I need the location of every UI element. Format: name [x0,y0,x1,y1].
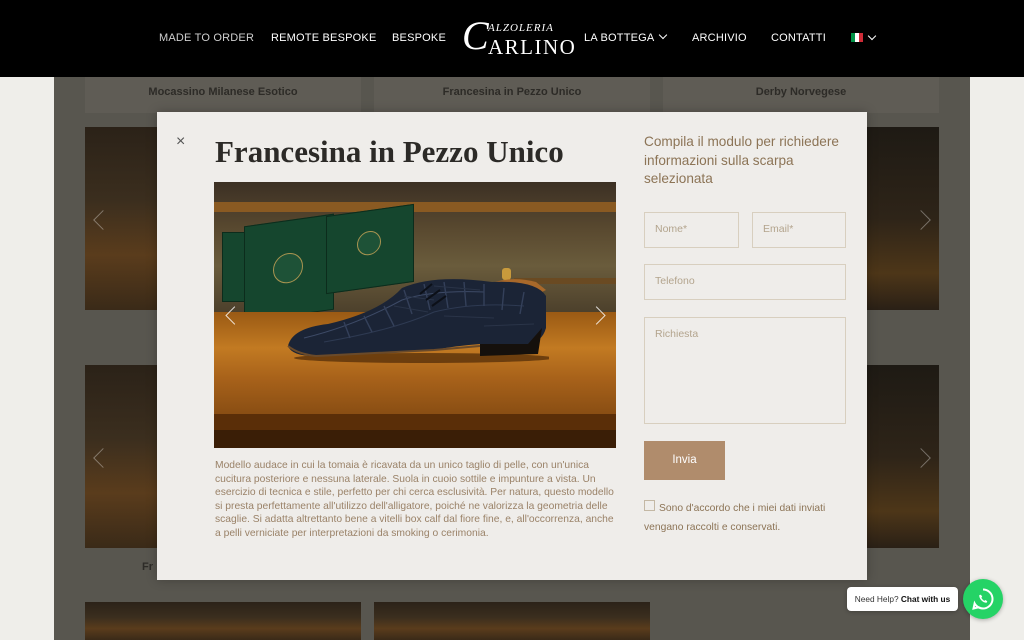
photo-table-front [214,430,616,448]
nav-contatti[interactable]: CONTATTI [771,32,826,44]
nav-la-bottega[interactable]: LA BOTTEGA [584,30,668,44]
nav-la-bottega-label: LA BOTTEGA [584,32,655,44]
logo-bottom-text: ARLINO [488,35,577,59]
submit-button[interactable]: Invia [644,441,725,480]
product-label-3: Derby Norvegese [663,77,939,113]
product-description: Modello audace in cui la tomaia è ricava… [215,460,614,539]
language-chevron-down-icon[interactable] [867,31,877,41]
product-label-1: Mocassino Milanese Esotico [85,77,361,113]
site-header: MADE TO ORDER REMOTE BESPOKE BESPOKE C A… [0,0,1024,77]
nav-archivio[interactable]: ARCHIVIO [692,32,747,44]
form-heading: Compila il modulo per richiedere informa… [644,134,839,186]
product-photo [214,182,616,448]
phone-field[interactable]: Telefono [644,264,846,300]
chat-with-us-text: Chat with us [900,594,951,604]
name-field[interactable]: Nome* [644,212,739,248]
italian-flag-icon[interactable] [851,33,863,42]
alligator-oxford-shoe [287,268,549,363]
consent-label: Sono d'accordo che i miei dati inviati v… [644,503,826,533]
help-text: Need Help? [854,594,899,604]
modal-title: Francesina in Pezzo Unico [215,134,564,169]
chevron-down-icon [659,30,668,40]
brand-logo[interactable]: C ALZOLERIA ARLINO [458,13,575,62]
whatsapp-icon [972,588,994,610]
product-image[interactable] [85,602,361,640]
photo-table-edge [214,414,616,430]
product-label-partial: Fr [142,561,153,573]
whatsapp-help-bubble[interactable]: Need Help? Chat with us [847,587,958,611]
product-image[interactable] [374,602,650,640]
message-textarea[interactable]: Richiesta [644,317,846,424]
product-label-2: Francesina in Pezzo Unico [374,77,650,113]
nav-made-to-order[interactable]: MADE TO ORDER [159,32,254,44]
box-seal [357,229,381,257]
whatsapp-button[interactable] [963,579,1003,619]
photo-shelf [214,202,616,212]
logo-initial: C [462,13,489,58]
nav-remote-bespoke[interactable]: REMOTE BESPOKE [271,32,377,44]
nav-bespoke[interactable]: BESPOKE [392,32,446,44]
product-inquiry-modal: × Francesina in Pezzo Unico Modello auda… [157,112,867,580]
email-field[interactable]: Email* [752,212,846,248]
close-icon[interactable]: × [176,134,185,150]
logo-top-text: ALZOLERIA [488,22,554,34]
